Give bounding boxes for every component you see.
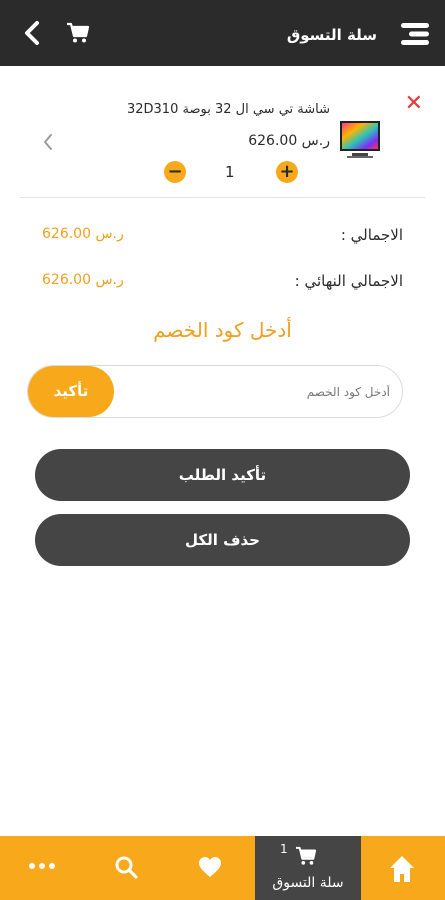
nav-cart-label: سلة التسوق [272,875,344,891]
home-icon[interactable] [372,850,432,890]
final-total-label: الاجمالي النهائي : [294,272,403,290]
total-label: الاجمالي : [340,226,403,244]
top-app-bar: سلة التسوق [0,0,445,66]
product-thumbnail[interactable] [338,117,382,163]
cart-count-badge: 1 [280,842,288,856]
coupon-form: تأكيد [27,365,403,418]
nav-cart-tab[interactable]: 1 سلة التسوق [255,836,361,900]
heart-icon[interactable] [198,856,222,878]
remove-item-button[interactable]: ✕ [405,93,423,115]
decrease-quantity-button[interactable]: − [164,161,186,183]
apply-coupon-button[interactable]: تأكيد [28,366,114,417]
total-value: ر.س 626.00 [42,226,124,242]
cart-item: ✕ شاشة تي سي ال 32 بوصة 32D310 ر.س 626.0… [20,90,425,198]
back-chevron-icon[interactable] [22,20,42,46]
confirm-order-button[interactable]: تأكيد الطلب [35,449,410,501]
cart-icon [296,846,317,865]
menu-icon[interactable] [399,21,431,47]
final-total-value: ر.س 626.00 [42,272,124,288]
more-icon[interactable] [28,861,56,871]
coupon-title: أدخل كود الخصم [153,318,292,342]
product-name[interactable]: شاشة تي سي ال 32 بوصة 32D310 [127,102,330,117]
cart-icon[interactable] [66,22,90,44]
product-price: ر.س 626.00 [248,133,330,149]
coupon-code-input[interactable] [115,375,390,409]
chevron-left-icon[interactable] [42,132,54,152]
increase-quantity-button[interactable]: + [276,161,298,183]
quantity-value: 1 [225,163,235,181]
page-title: سلة التسوق [286,26,377,44]
search-icon[interactable] [114,855,138,879]
bottom-navigation: 1 سلة التسوق [0,836,445,900]
delete-all-button[interactable]: حذف الكل [35,514,410,566]
